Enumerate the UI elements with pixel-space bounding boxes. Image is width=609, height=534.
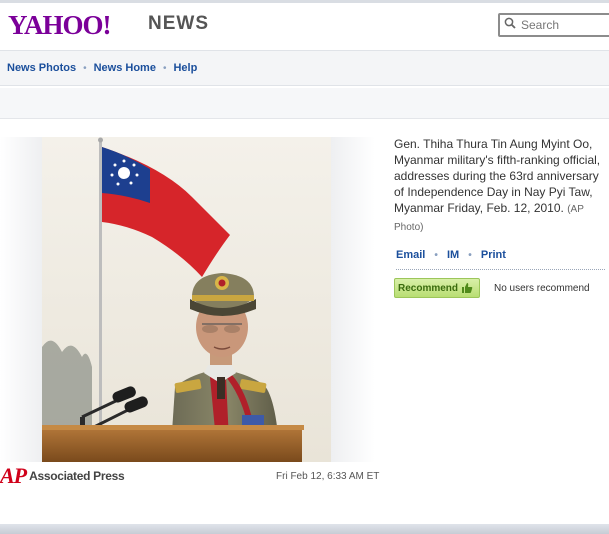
nav-news-home[interactable]: News Home bbox=[94, 62, 156, 74]
photo-frame-right bbox=[331, 137, 375, 462]
ap-logo[interactable]: AP Associated Press bbox=[0, 463, 125, 488]
ap-logo-mark: AP bbox=[0, 463, 27, 488]
search-input[interactable] bbox=[519, 17, 609, 33]
photo-caption: Gen. Thiha Thura Tin Aung Myint Oo, Myan… bbox=[394, 136, 606, 236]
im-link[interactable]: IM bbox=[447, 249, 459, 261]
recommend-label: Recommend bbox=[398, 282, 459, 294]
thumbs-up-icon bbox=[461, 282, 473, 294]
footer-bar bbox=[0, 524, 609, 534]
news-photo[interactable] bbox=[42, 137, 331, 462]
nav-help[interactable]: Help bbox=[173, 62, 197, 74]
nav-separator: • bbox=[83, 62, 87, 74]
section-title: NEWS bbox=[148, 13, 209, 34]
share-links: Email • IM • Print bbox=[396, 249, 605, 270]
photo-timestamp: Fri Feb 12, 6:33 AM ET bbox=[276, 471, 380, 482]
share-separator: • bbox=[434, 250, 438, 261]
news-photo-illustration bbox=[42, 137, 331, 462]
search-icon bbox=[504, 16, 516, 34]
subheader-band bbox=[0, 88, 609, 119]
nav-separator: • bbox=[162, 62, 167, 74]
recommend-count: No users recommend bbox=[494, 283, 590, 294]
header: YAHOO! NEWS bbox=[0, 3, 609, 50]
print-link[interactable]: Print bbox=[481, 249, 506, 261]
nav-bar: News Photos • News Home • Help bbox=[0, 50, 609, 86]
share-separator: • bbox=[468, 250, 472, 261]
nav-news-photos[interactable]: News Photos bbox=[7, 62, 76, 74]
recommend-button[interactable]: Recommend bbox=[394, 278, 480, 298]
email-link[interactable]: Email bbox=[396, 249, 425, 261]
ap-logo-text: Associated Press bbox=[29, 469, 125, 483]
yahoo-logo[interactable]: YAHOO! bbox=[8, 10, 112, 41]
photo-frame-left bbox=[0, 137, 42, 462]
search-box[interactable] bbox=[498, 13, 609, 37]
logo-text: YAHOO! bbox=[8, 10, 112, 40]
